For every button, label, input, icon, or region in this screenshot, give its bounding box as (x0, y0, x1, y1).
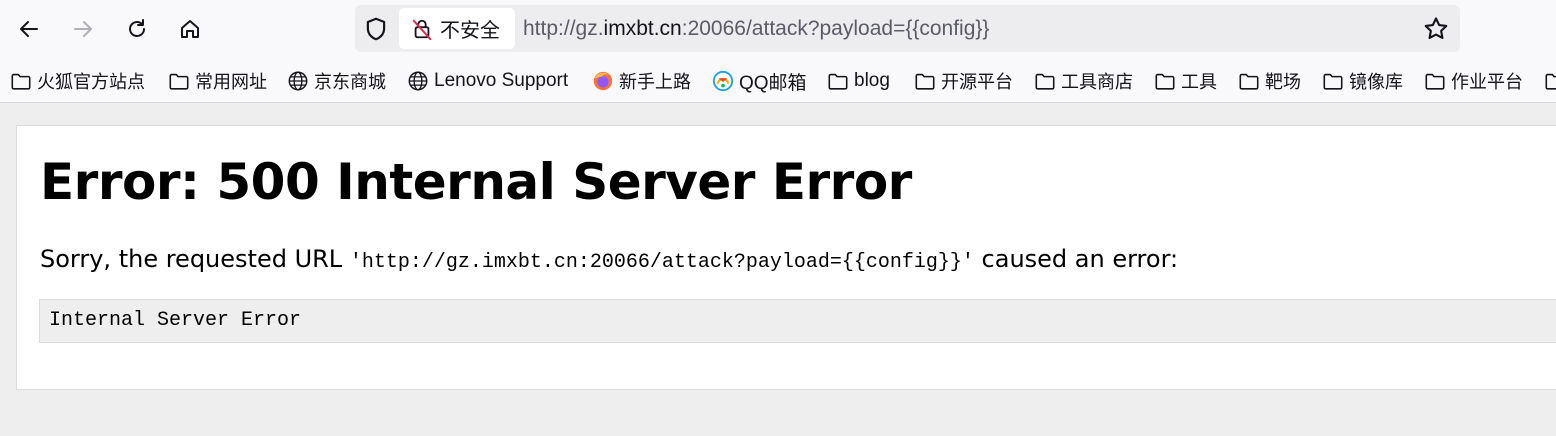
star-icon[interactable] (1422, 15, 1450, 43)
home-button[interactable] (172, 11, 208, 47)
folder-icon (1425, 73, 1445, 90)
bookmark-item[interactable]: Lenovo Support (407, 67, 568, 95)
error-message: Sorry, the requested URL 'http://gz.imxb… (40, 245, 1178, 274)
reload-button[interactable] (119, 11, 155, 47)
bookmark-item[interactable]: 工具商店 (1034, 67, 1133, 95)
bookmark-label: 镜像库 (1349, 72, 1403, 93)
folder-icon (828, 73, 848, 90)
security-label: 不安全 (440, 18, 500, 42)
error-message-lead: Sorry, the requested URL (40, 245, 350, 273)
bookmark-overflow-item[interactable] (1544, 67, 1556, 95)
bookmark-label: 常用网址 (195, 72, 267, 93)
bookmark-item[interactable]: 镜像库 (1322, 67, 1403, 95)
bookmark-label: 新手上路 (619, 72, 691, 93)
error-detail: Internal Server Error (39, 299, 1556, 343)
arrow-left-icon (20, 21, 38, 37)
error-message-tail: caused an error: (973, 245, 1179, 273)
browser-toolbar: 不安全 http://gz.imxbt.cn:20066/attack?payl… (0, 0, 1556, 60)
bookmark-label: 靶场 (1265, 72, 1301, 93)
bookmarks-bar: 火狐官方站点 常用网址 京东商城 Lenovo Support 新手上路 QQ邮箱 blog… (0, 60, 1556, 103)
bookmark-item[interactable]: 常用网址 (168, 67, 267, 95)
bookmark-item[interactable]: 工具 (1154, 67, 1217, 95)
insecure-lock-icon (412, 19, 432, 40)
bookmark-label: QQ邮箱 (739, 72, 807, 94)
bookmark-label: blog (854, 70, 890, 91)
bookmark-label: Lenovo Support (434, 70, 569, 91)
address-bar[interactable]: 不安全 http://gz.imxbt.cn:20066/attack?payl… (355, 5, 1460, 52)
folder-icon (915, 73, 935, 90)
error-page: Error: 500 Internal Server Error Sorry, … (16, 125, 1556, 390)
firefox-icon (593, 71, 613, 91)
back-button[interactable] (11, 11, 47, 47)
url-suffix: :20066/attack?payload={{config}} (681, 17, 990, 40)
forward-button[interactable] (65, 11, 101, 47)
bookmark-item[interactable]: 新手上路 (592, 67, 691, 95)
bookmark-label: 开源平台 (941, 72, 1013, 93)
url-host: imxbt.cn (603, 17, 682, 40)
globe-icon (288, 71, 308, 91)
bookmark-item[interactable]: blog (827, 67, 890, 95)
reload-icon (129, 19, 145, 37)
folder-icon (1155, 73, 1175, 90)
bookmark-label: 火狐官方站点 (37, 72, 145, 93)
bookmark-item[interactable]: 京东商城 (287, 67, 386, 95)
bookmark-item[interactable]: 作业平台 (1424, 67, 1523, 95)
bookmark-label: 工具 (1181, 72, 1217, 93)
page-title: Error: 500 Internal Server Error (40, 153, 912, 211)
requested-url: 'http://gz.imxbt.cn:20066/attack?payload… (349, 251, 974, 274)
folder-icon (1545, 73, 1556, 90)
arrow-right-icon (74, 21, 92, 37)
bookmark-item[interactable]: 火狐官方站点 (10, 67, 145, 95)
bookmark-label: 京东商城 (314, 72, 386, 93)
globe-icon (408, 71, 428, 91)
bookmark-item[interactable]: 靶场 (1238, 67, 1301, 95)
url-text[interactable]: http://gz.imxbt.cn:20066/attack?payload=… (523, 15, 989, 42)
bookmark-item[interactable]: 开源平台 (914, 67, 1013, 95)
bookmark-label: 作业平台 (1451, 72, 1523, 93)
shield-icon[interactable] (363, 16, 389, 42)
folder-icon (11, 73, 31, 90)
folder-icon (169, 73, 189, 90)
home-icon (181, 20, 199, 38)
folder-icon (1239, 73, 1259, 90)
bookmark-label: 工具商店 (1061, 72, 1133, 93)
security-indicator[interactable]: 不安全 (399, 8, 515, 49)
url-prefix: http://gz. (523, 17, 604, 40)
folder-icon (1035, 73, 1055, 90)
bookmark-item[interactable]: QQ邮箱 (712, 67, 807, 95)
qq-mail-icon (712, 70, 734, 92)
folder-icon (1323, 73, 1343, 90)
